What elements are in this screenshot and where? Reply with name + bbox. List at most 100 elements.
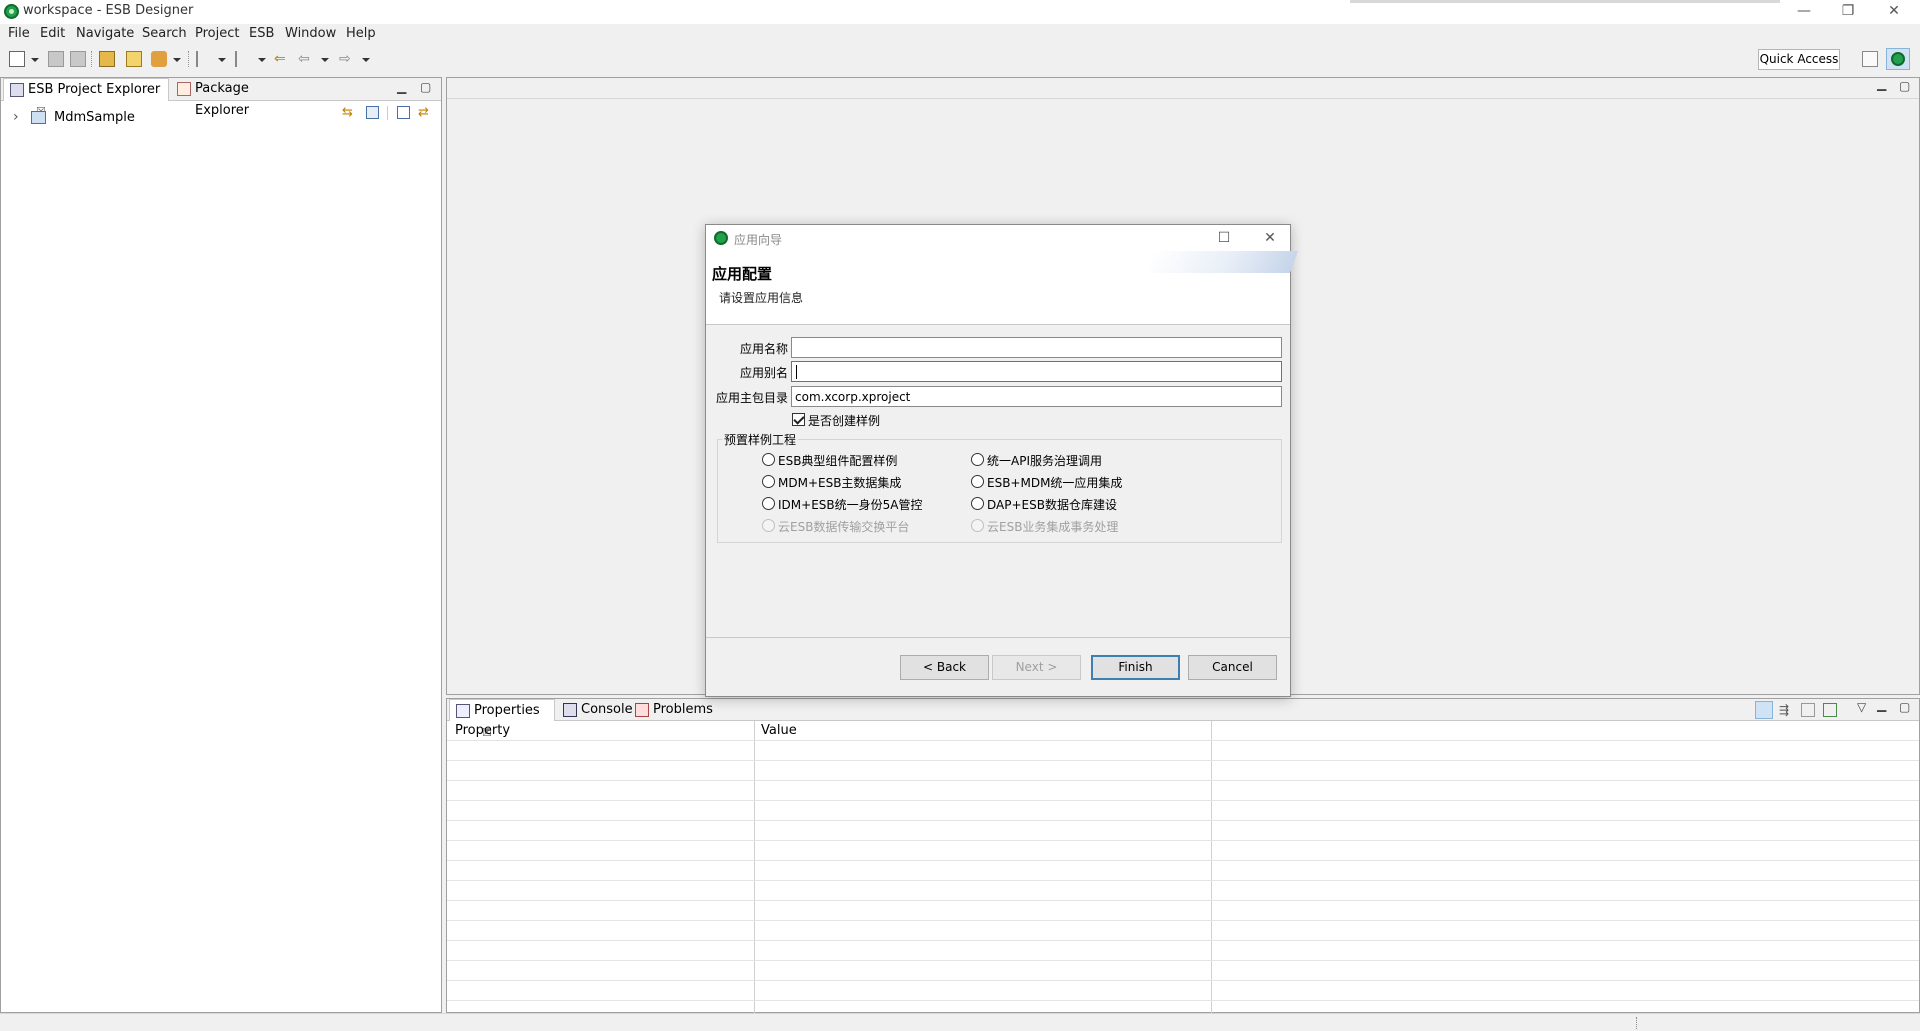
radio-dap-esb-warehouse[interactable] <box>971 497 984 510</box>
menu-help[interactable]: Help <box>346 24 376 44</box>
open-perspective-icon[interactable] <box>1862 51 1878 67</box>
save-all-icon[interactable] <box>70 51 86 67</box>
back-nav-icon[interactable]: ⇦ <box>298 51 314 67</box>
create-sample-checkbox[interactable] <box>792 413 805 426</box>
next-annotation-dropdown-icon[interactable] <box>218 58 226 62</box>
maximize-panel-icon[interactable]: ▢ <box>420 80 431 94</box>
radio-label: MDM+ESB主数据集成 <box>778 476 902 490</box>
menu-window[interactable]: Window <box>285 24 336 44</box>
esb-perspective-icon <box>1891 52 1905 66</box>
run-tool-icon[interactable] <box>151 51 167 67</box>
app-logo-icon <box>4 4 19 19</box>
open-folder-icon[interactable] <box>126 51 142 67</box>
back-button[interactable]: < Back <box>900 655 989 680</box>
show-categories-icon[interactable] <box>1755 701 1773 719</box>
radio-label: ESB+MDM统一应用集成 <box>987 476 1123 490</box>
app-wizard-dialog: 应用向导 ☐ ✕ 应用配置 请设置应用信息 应用名称 应用别名 应用主包目录 是… <box>705 224 1299 697</box>
window-titlebar: workspace - ESB Designer — ❐ ✕ <box>0 0 1920 24</box>
menu-search[interactable]: Search <box>142 24 187 44</box>
menu-bar: File Edit Navigate Search Project ESB Wi… <box>0 24 1920 44</box>
tab-package-explorer[interactable]: Package Explorer <box>171 78 299 118</box>
create-sample-label: 是否创建样例 <box>808 414 881 428</box>
radio-cloud-esb-transaction <box>971 519 984 532</box>
view-menu-dropdown-icon[interactable]: ▽ <box>1857 700 1866 714</box>
wizard-logo-icon <box>714 231 728 245</box>
package-dir-input[interactable] <box>791 386 1282 407</box>
run-dropdown-icon[interactable] <box>173 58 181 62</box>
last-edit-icon[interactable]: ⇐ <box>274 51 290 67</box>
radio-api-governance[interactable] <box>971 453 984 466</box>
minimize-button[interactable]: — <box>1782 0 1826 24</box>
sync-icon[interactable]: ⇄ <box>418 105 432 120</box>
advanced-icon[interactable] <box>1801 703 1815 717</box>
menu-file[interactable]: File <box>8 24 30 44</box>
radio-label: 云ESB数据传输交换平台 <box>778 520 910 534</box>
perspective-esb-button[interactable] <box>1886 48 1910 70</box>
new-project-icon[interactable] <box>99 51 115 67</box>
maximize-panel-icon[interactable]: ▢ <box>1899 700 1910 714</box>
radio-esb-component-sample[interactable] <box>762 453 775 466</box>
row-divider <box>447 920 1919 921</box>
dialog-description: 请设置应用信息 <box>719 291 804 305</box>
problems-icon <box>635 703 649 717</box>
maximize-editor-icon[interactable]: ▢ <box>1899 79 1910 93</box>
row-divider <box>447 1000 1919 1001</box>
forward-nav-dropdown-icon[interactable] <box>362 58 370 62</box>
pin-icon[interactable] <box>1823 703 1837 717</box>
minimize-editor-icon[interactable]: ▁ <box>1877 77 1886 91</box>
dialog-footer-divider <box>706 637 1290 638</box>
prev-annotation-dropdown-icon[interactable] <box>258 58 266 62</box>
view-menu-icon[interactable] <box>366 106 379 119</box>
row-divider <box>447 820 1919 821</box>
link-editor-icon[interactable]: ⇆ <box>342 105 356 120</box>
save-icon[interactable] <box>48 51 64 67</box>
tab-esb-project-explorer[interactable]: ESB Project Explorer ☒ <box>3 78 169 118</box>
quick-access-field[interactable]: Quick Access <box>1758 49 1840 70</box>
minimize-panel-icon[interactable]: ▁ <box>397 80 406 94</box>
tab-label: Properties <box>474 703 540 718</box>
cancel-button[interactable]: Cancel <box>1188 655 1277 680</box>
forward-nav-icon[interactable]: ⇨ <box>339 51 355 67</box>
toolbar-separator <box>387 106 388 120</box>
app-alias-input[interactable] <box>791 361 1282 382</box>
tab-label: Package Explorer <box>195 81 250 118</box>
next-button: Next > <box>992 655 1081 680</box>
close-window-button[interactable]: ✕ <box>1872 0 1916 24</box>
finish-button[interactable]: Finish <box>1091 655 1180 680</box>
dialog-titlebar: 应用向导 ☐ ✕ <box>706 225 1290 251</box>
dialog-maximize-button[interactable]: ☐ <box>1206 227 1242 249</box>
collapse-all-icon[interactable] <box>397 106 410 119</box>
radio-esb-mdm-app-integration[interactable] <box>971 475 984 488</box>
title-strip <box>1350 0 1780 3</box>
radio-label: ESB典型组件配置样例 <box>778 454 898 468</box>
tab-properties[interactable]: Properties ☒ <box>449 699 555 739</box>
properties-icon <box>456 704 470 718</box>
minimize-panel-icon[interactable]: ▁ <box>1877 698 1886 712</box>
package-icon <box>177 82 191 96</box>
filter-icon[interactable]: ⇶ <box>1779 703 1793 717</box>
radio-mdm-esb-integration[interactable] <box>762 475 775 488</box>
app-name-label: 应用名称 <box>739 342 788 356</box>
dialog-close-button[interactable]: ✕ <box>1252 227 1288 249</box>
menu-project[interactable]: Project <box>195 24 239 44</box>
toolbar-separator <box>91 51 92 67</box>
menu-navigate[interactable]: Navigate <box>76 24 134 44</box>
new-dropdown-icon[interactable] <box>31 58 39 62</box>
status-separator <box>1636 1017 1637 1029</box>
tab-console[interactable]: Console <box>557 699 633 721</box>
radio-cloud-esb-exchange <box>762 519 775 532</box>
column-header-value: Value <box>761 723 797 738</box>
row-divider <box>447 800 1919 801</box>
app-name-input[interactable] <box>791 337 1282 358</box>
next-annotation-icon[interactable] <box>196 51 212 67</box>
new-icon[interactable] <box>9 51 25 67</box>
menu-esb[interactable]: ESB <box>249 24 274 44</box>
chevron-right-icon[interactable]: › <box>13 109 19 125</box>
back-nav-dropdown-icon[interactable] <box>321 58 329 62</box>
tree-item-mdmsample[interactable]: › MdmSample <box>1 108 201 128</box>
prev-annotation-icon[interactable] <box>235 51 251 67</box>
menu-edit[interactable]: Edit <box>40 24 65 44</box>
tab-problems[interactable]: Problems <box>629 699 713 721</box>
restore-button[interactable]: ❐ <box>1826 0 1870 24</box>
radio-idm-esb-identity[interactable] <box>762 497 775 510</box>
